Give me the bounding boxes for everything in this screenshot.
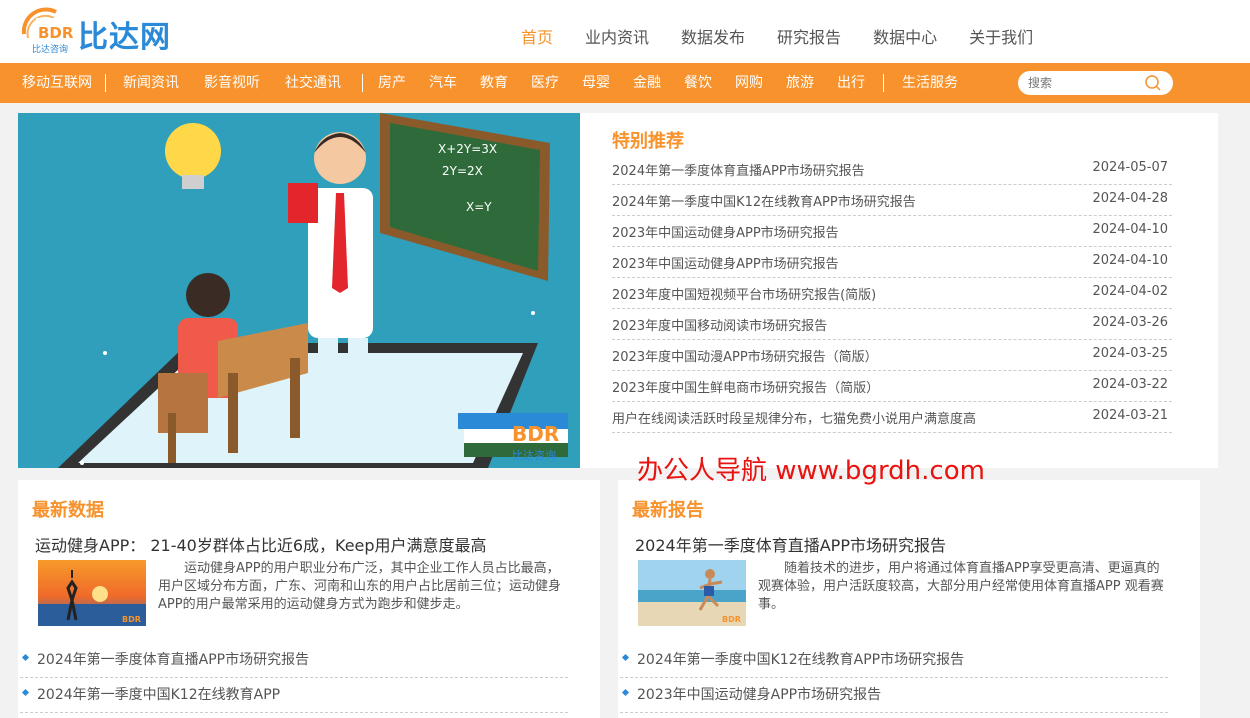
category-life-services[interactable]: 生活服务 [902,63,958,103]
latest-data-panel: 最新数据 运动健身APP： 21-40岁群体占比近6成，Keep用户满意度最高 … [18,480,600,718]
hero-watermark-sub: 比达咨询 [512,448,556,462]
latest-report-thumbnail[interactable]: BDR [638,560,746,626]
topnav-home[interactable]: 首页 [505,0,569,63]
recommend-item-date: 2024-03-22 [1092,377,1168,392]
latest-report-heading: 最新报告 [632,500,704,521]
search-box [1018,71,1173,95]
category-divider [883,74,884,92]
recommend-item[interactable]: 2023年度中国短视频平台市场研究报告(简版) 2024-04-02 [612,278,1172,309]
category-mobile-internet[interactable]: 移动互联网 [22,63,92,103]
recommend-item-title[interactable]: 2023年中国运动健身APP市场研究报告 [612,222,839,241]
recommend-item-date: 2024-03-21 [1092,408,1168,423]
category-real-estate[interactable]: 房产 [378,63,406,103]
latest-data-headline[interactable]: 运动健身APP： 21-40岁群体占比近6成，Keep用户满意度最高 [35,532,487,556]
topnav-data-release[interactable]: 数据发布 [665,0,761,63]
latest-data-thumbnail[interactable]: BDR [38,560,146,626]
topnav-research-reports[interactable]: 研究报告 [761,0,857,63]
recommend-item[interactable]: 2023年度中国动漫APP市场研究报告（简版） 2024-03-25 [612,340,1172,371]
recommend-item[interactable]: 2023年中国运动健身APP市场研究报告 2024-04-10 [612,216,1172,247]
category-online-shopping[interactable]: 网购 [735,63,763,103]
recommend-item-date: 2024-05-07 [1092,160,1168,175]
list-item[interactable]: 2024年第一季度体育直播APP市场研究报告 [20,643,568,678]
topnav-data-center[interactable]: 数据中心 [857,0,953,63]
special-recommend-list: 2024年第一季度体育直播APP市场研究报告 2024-05-07 2024年第一… [612,154,1172,433]
list-item[interactable]: 2024年第一季度中国K12在线教育APP市场研究报告 [620,643,1168,678]
category-medical[interactable]: 医疗 [531,63,559,103]
recommend-item-title[interactable]: 用户在线阅读活跃时段呈规律分布，七猫免费小说用户满意度高 [612,408,976,427]
list-item[interactable]: 2024年第一季度中国K12在线教育APP [20,678,568,713]
top-navigation: 首页 业内资讯 数据发布 研究报告 数据中心 关于我们 [505,0,1049,63]
list-item-title[interactable]: 2024年第一季度中国K12在线教育APP市场研究报告 [637,649,964,669]
recommend-item-title[interactable]: 2024年第一季度体育直播APP市场研究报告 [612,160,865,179]
topnav-industry-news[interactable]: 业内资讯 [569,0,665,63]
search-icon[interactable] [1143,74,1163,92]
recommend-item[interactable]: 2024年第一季度体育直播APP市场研究报告 2024-05-07 [612,154,1172,185]
recommend-item[interactable]: 2023年度中国生鲜电商市场研究报告（简版） 2024-03-22 [612,371,1172,402]
logo-mark-text: BDR [38,24,74,42]
category-bar: 移动互联网 新闻资讯 影音视听 社交通讯 房产 汽车 教育 医疗 母婴 金融 餐… [0,63,1250,103]
topnav-about-us[interactable]: 关于我们 [953,0,1049,63]
latest-report-headline[interactable]: 2024年第一季度体育直播APP市场研究报告 [635,532,946,556]
site-logo[interactable]: BDR 比达咨询 比达网 [18,4,178,58]
list-item[interactable]: 2023年中国运动健身APP市场研究报告 [620,678,1168,713]
category-news[interactable]: 新闻资讯 [123,63,179,103]
logo-mark-icon: BDR 比达咨询 [21,7,74,55]
svg-text:BDR: BDR [722,615,741,624]
site-header: BDR 比达咨询 比达网 首页 业内资讯 数据发布 研究报告 数据中心 关于我们 [0,0,1250,63]
board-line-3: X=Y [466,200,492,214]
category-video[interactable]: 影音视听 [204,63,260,103]
recommend-item-title[interactable]: 2024年第一季度中国K12在线教育APP市场研究报告 [612,191,916,210]
category-education[interactable]: 教育 [480,63,508,103]
category-mobility[interactable]: 出行 [837,63,865,103]
category-divider [362,74,363,92]
recommend-item[interactable]: 用户在线阅读活跃时段呈规律分布，七猫免费小说用户满意度高 2024-03-21 [612,402,1172,433]
hero-watermark-logo: BDR [512,422,559,446]
recommend-item-date: 2024-04-10 [1092,222,1168,237]
special-recommend-heading: 特别推荐 [612,131,684,152]
latest-report-list: 2024年第一季度中国K12在线教育APP市场研究报告 2023年中国运动健身A… [618,643,1168,713]
category-auto[interactable]: 汽车 [429,63,457,103]
recommend-item[interactable]: 2023年中国运动健身APP市场研究报告 2024-04-10 [612,247,1172,278]
recommend-item-title[interactable]: 2023年度中国生鲜电商市场研究报告（简版） [612,377,879,396]
board-line-2: 2Y=2X [442,164,483,178]
category-travel[interactable]: 旅游 [786,63,814,103]
category-divider [105,74,106,92]
recommend-item-date: 2024-03-26 [1092,315,1168,330]
recommend-item-title[interactable]: 2023年度中国移动阅读市场研究报告 [612,315,827,334]
overlay-watermark-text: 办公人导航 www.bgrdh.com [637,456,985,486]
diamond-bullet-icon [21,688,30,697]
recommend-item-date: 2024-04-28 [1092,191,1168,206]
hero-banner-image[interactable]: X+2Y=3X 2Y=2X X=Y BDR 比达咨询 [18,113,580,468]
search-input[interactable] [1028,74,1138,92]
svg-text:BDR: BDR [122,615,141,624]
recommend-item[interactable]: 2023年度中国移动阅读市场研究报告 2024-03-26 [612,309,1172,340]
category-finance[interactable]: 金融 [633,63,661,103]
list-item-title[interactable]: 2024年第一季度中国K12在线教育APP [37,684,280,704]
latest-data-description: 运动健身APP的用户职业分布广泛，其中企业工作人员占比最高，用户区域分布方面，广… [158,561,562,612]
diamond-bullet-icon [621,688,630,697]
recommend-item-date: 2024-03-25 [1092,346,1168,361]
featured-section: X+2Y=3X 2Y=2X X=Y BDR 比达咨询 特别推荐 2024年第一季… [18,113,1218,468]
diamond-bullet-icon [21,653,30,662]
category-social[interactable]: 社交通讯 [285,63,341,103]
category-catering[interactable]: 餐饮 [684,63,712,103]
diamond-bullet-icon [621,653,630,662]
board-line-1: X+2Y=3X [438,142,497,156]
latest-report-panel: 最新报告 2024年第一季度体育直播APP市场研究报告 BDR 随着技术的进步，… [618,480,1200,718]
list-item-title[interactable]: 2023年中国运动健身APP市场研究报告 [637,684,881,704]
brand-name: 比达网 [78,20,171,55]
recommend-item-title[interactable]: 2023年度中国动漫APP市场研究报告（简版） [612,346,878,365]
recommend-item-date: 2024-04-10 [1092,253,1168,268]
recommend-item-date: 2024-04-02 [1092,284,1168,299]
latest-data-list: 2024年第一季度体育直播APP市场研究报告 2024年第一季度中国K12在线教… [18,643,568,713]
latest-data-heading: 最新数据 [32,500,104,521]
latest-report-description: 随着技术的进步，用户将通过体育直播APP享受更高清、更逼真的观赛体验，用户活跃度… [758,561,1164,612]
recommend-item-title[interactable]: 2023年中国运动健身APP市场研究报告 [612,253,839,272]
recommend-item[interactable]: 2024年第一季度中国K12在线教育APP市场研究报告 2024-04-28 [612,185,1172,216]
list-item-title[interactable]: 2024年第一季度体育直播APP市场研究报告 [37,649,309,669]
category-maternity[interactable]: 母婴 [582,63,610,103]
logo-sub-text: 比达咨询 [32,43,68,55]
recommend-item-title[interactable]: 2023年度中国短视频平台市场研究报告(简版) [612,284,876,303]
